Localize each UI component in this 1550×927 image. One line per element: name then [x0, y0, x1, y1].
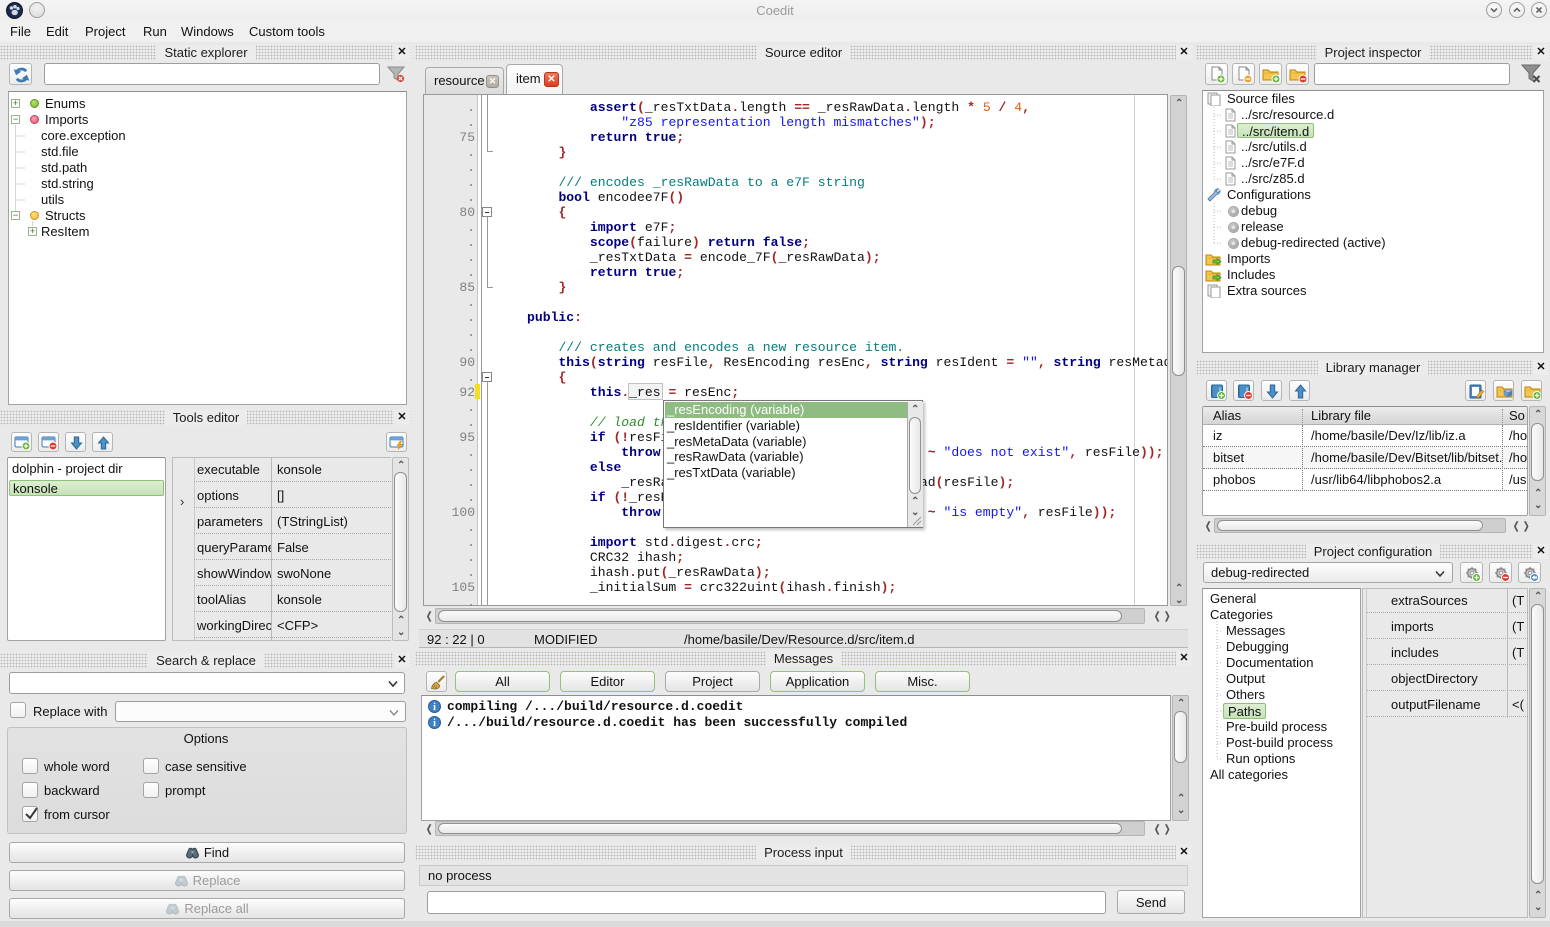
svg-text:i: i — [433, 718, 436, 729]
svg-text:i: i — [433, 702, 436, 713]
